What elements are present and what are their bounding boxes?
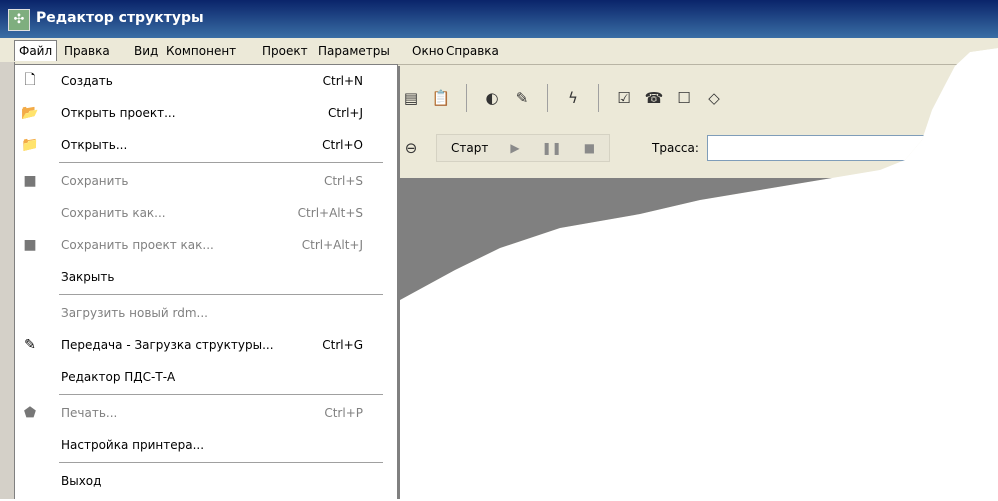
diamond-icon[interactable]: ◇ <box>703 87 725 109</box>
menu-help[interactable]: Справка <box>446 44 499 58</box>
menu-item-open[interactable]: 📁 Открыть... Ctrl+O <box>15 129 397 161</box>
app-window: ✣ Редактор структуры Файл Правка Вид Ком… <box>0 0 998 499</box>
toolbar-separator <box>466 84 467 112</box>
file-menu-dropdown: 🗋 Создать Ctrl+N 📂 Открыть проект... Ctr… <box>14 64 398 499</box>
toolbar: ▤ 📋 ◐ ✎ ϟ ☑ ☎ ☐ ◇ <box>400 80 725 116</box>
run-controls: Старт ▶ ❚❚ ■ <box>436 134 611 162</box>
title-bar: ✣ Редактор структуры <box>0 0 998 38</box>
open-project-icon: 📂 <box>21 105 39 121</box>
menu-window[interactable]: Окно <box>412 44 444 58</box>
menu-separator <box>59 462 383 463</box>
transfer-icon[interactable]: ✎ <box>511 87 533 109</box>
menu-item-open-project[interactable]: 📂 Открыть проект... Ctrl+J <box>15 97 397 129</box>
menu-separator <box>59 394 383 395</box>
window-icon[interactable]: ☐ <box>673 87 695 109</box>
window-title: Редактор структуры <box>36 10 204 26</box>
toolbar-separator <box>547 84 548 112</box>
start-button[interactable]: Старт <box>451 141 488 155</box>
menu-item-load-rdm[interactable]: Загрузить новый rdm... <box>15 297 397 329</box>
copy-icon[interactable]: ▤ <box>400 87 422 109</box>
play-icon[interactable]: ▶ <box>510 141 519 155</box>
menu-view[interactable]: Вид <box>134 44 158 58</box>
menu-item-save-project-as[interactable]: ■ Сохранить проект как... Ctrl+Alt+J <box>15 229 397 261</box>
menu-project[interactable]: Проект <box>262 44 308 58</box>
transfer-icon: ✎ <box>24 337 36 353</box>
menu-item-print[interactable]: ⬟ Печать... Ctrl+P <box>15 397 397 429</box>
pause-icon[interactable]: ❚❚ <box>542 141 562 155</box>
menu-bar: Файл Правка Вид Компонент Проект Парамет… <box>0 38 998 65</box>
menu-item-exit[interactable]: Выход <box>15 465 397 497</box>
print-icon: ⬟ <box>23 405 37 421</box>
lightning-icon[interactable]: ϟ <box>562 87 584 109</box>
menu-item-save[interactable]: ■ Сохранить Ctrl+S <box>15 165 397 197</box>
menu-component[interactable]: Компонент <box>166 44 236 58</box>
menu-item-new[interactable]: 🗋 Создать Ctrl+N <box>15 65 397 97</box>
menu-separator <box>59 294 383 295</box>
save-icon: ■ <box>23 173 37 189</box>
menu-file[interactable]: Файл <box>14 40 58 61</box>
menu-parameters[interactable]: Параметры <box>318 44 390 58</box>
phone-icon[interactable]: ☎ <box>643 87 665 109</box>
check-icon[interactable]: ☑ <box>613 87 635 109</box>
menu-item-transfer[interactable]: ✎ Передача - Загрузка структуры... Ctrl+… <box>15 329 397 361</box>
workspace-area <box>400 178 998 499</box>
toolbar-separator <box>598 84 599 112</box>
menu-edit[interactable]: Правка <box>64 44 110 58</box>
trace-input[interactable] <box>706 135 969 161</box>
window-left-frame <box>0 62 15 499</box>
open-folder-icon: 📁 <box>21 137 39 153</box>
menu-item-close[interactable]: Закрыть <box>15 261 397 293</box>
paste-icon[interactable]: 📋 <box>430 87 452 109</box>
save-project-icon: ■ <box>23 237 37 253</box>
run-bar: ⊖ Старт ▶ ❚❚ ■ Трасса: <box>400 128 969 168</box>
trace-label: Трасса: <box>652 141 699 155</box>
component-icon[interactable]: ◐ <box>481 87 503 109</box>
menu-item-save-as[interactable]: Сохранить как... Ctrl+Alt+S <box>15 197 397 229</box>
app-icon: ✣ <box>8 9 30 31</box>
new-file-icon: 🗋 <box>24 72 36 88</box>
stop-icon[interactable]: ■ <box>584 141 595 155</box>
menu-item-pds-editor[interactable]: Редактор ПДС-Т-А <box>15 361 397 393</box>
minus-circle-icon[interactable]: ⊖ <box>400 137 422 159</box>
menu-item-printer-setup[interactable]: Настройка принтера... <box>15 429 397 461</box>
menu-separator <box>59 162 383 163</box>
